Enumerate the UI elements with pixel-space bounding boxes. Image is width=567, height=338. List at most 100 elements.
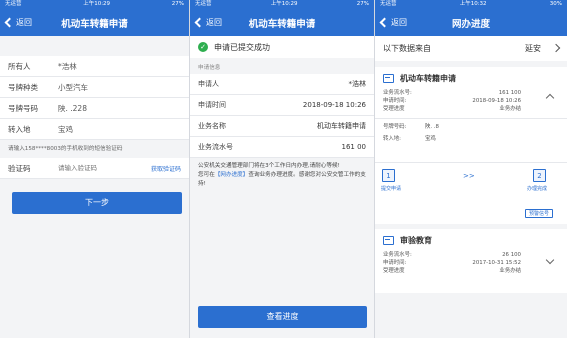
time-line: 申请时间: 2017-10-31 15:52 — [375, 259, 567, 267]
check-circle-icon: ✓ — [198, 42, 208, 52]
progress-label: 受理进度 — [383, 106, 405, 112]
data-source-label: 以下数据来自 — [383, 44, 431, 53]
destination-value: 宝鸡 — [58, 124, 73, 134]
back-label: 返回 — [16, 18, 32, 27]
progress-label: 受理进度 — [383, 268, 405, 274]
nav-bar: 返回 网办进度 — [375, 9, 567, 36]
verification-code-input[interactable] — [58, 164, 138, 172]
alert-signal-button[interactable]: 预警信号 — [524, 209, 553, 218]
progress-line: 受理进度 业务办结 — [375, 267, 567, 275]
chevron-left-icon — [194, 17, 205, 28]
serial-line: 业务流水号: 161 100 — [375, 89, 567, 97]
owner-label: 所有人 — [8, 61, 31, 71]
sms-note: 请输入158****8003的手机收到的短信验证码 — [8, 146, 123, 152]
apply-time-row: 申请时间 2018-09-18 10:26 — [190, 95, 374, 116]
plate-label: 号牌号码: — [383, 124, 407, 130]
step-2-badge: 2 — [533, 169, 546, 182]
get-code-button[interactable]: 获取验证码 — [151, 164, 181, 173]
plate-value: 陕. .8 — [425, 124, 439, 130]
business-name-row: 业务名称 机动车转籍申请 — [190, 116, 374, 137]
chevron-right-icon — [551, 43, 561, 53]
applicant-label: 申请人 — [198, 80, 219, 88]
carrier-text: 无运营 — [5, 1, 22, 7]
serial-value: 26 100 — [502, 252, 521, 258]
applicant-row: 申请人 *浩林 — [190, 74, 374, 95]
page-title: 网办进度 — [451, 18, 490, 30]
step-arrows: >> — [463, 172, 475, 180]
phones-collage: 无运营 上午10:29 27% 返回 机动车转籍申请 所有人 *浩林 号牌种类 … — [0, 0, 567, 338]
online-progress-screen: 无运营 上午10:32 30% 返回 网办进度 以下数据来自 延安 机动车转籍申… — [375, 0, 567, 338]
clock-text: 上午10:32 — [459, 1, 487, 7]
notice-line-a: 公安机关交通管理部门将在3个工作日内办理,请耐心等候! — [198, 163, 340, 169]
clock-text: 上午10:29 — [83, 1, 111, 7]
back-button[interactable]: 返回 — [379, 9, 407, 36]
serial-value: 161 00 — [341, 143, 367, 151]
serial-label: 业务流水号 — [198, 143, 233, 151]
back-button[interactable]: 返回 — [194, 9, 222, 36]
serial-row: 业务流水号 161 00 — [190, 137, 374, 158]
clock-text: 上午10:29 — [270, 1, 298, 7]
business-name-value: 机动车转籍申请 — [317, 122, 366, 130]
plate-number-value: 陕. .228 — [58, 103, 87, 113]
serial-line: 业务流水号: 26 100 — [375, 251, 567, 259]
dest-label: 转入地: — [383, 136, 401, 142]
time-label: 申请时间: — [383, 98, 407, 104]
back-label: 返回 — [206, 18, 222, 27]
back-button[interactable]: 返回 — [4, 9, 32, 36]
destination-label: 转入地 — [8, 124, 31, 134]
notice-line-b: 您可在【网办进度】查询业务办理进度。感谢您对公安交管工作的支持! — [198, 171, 366, 189]
battery-text: 30% — [549, 1, 562, 7]
time-label: 申请时间: — [383, 260, 407, 266]
carrier-text: 无运营 — [195, 1, 212, 7]
chevron-left-icon — [4, 17, 15, 28]
plate-line: 号牌号码: 陕. .8 — [375, 123, 567, 131]
plate-type-value: 小型汽车 — [58, 82, 88, 92]
success-text: 申请已提交成功 — [214, 42, 270, 52]
education-card[interactable]: 审验教育 业务流水号: 26 100 申请时间: 2017-10-31 15:52 … — [375, 229, 567, 293]
nav-bar: 返回 机动车转籍申请 — [190, 9, 374, 36]
destination-row: 转入地 宝鸡 — [0, 119, 189, 140]
data-source-row[interactable]: 以下数据来自 延安 — [375, 36, 567, 61]
code-label: 验证码 — [8, 163, 31, 173]
card-title-text: 审验教育 — [400, 235, 432, 245]
progress-value: 业务办结 — [499, 106, 521, 112]
business-name-label: 业务名称 — [198, 122, 226, 130]
progress-line: 受理进度 业务办结 — [375, 105, 567, 113]
plate-number-row: 号牌号码 陕. .228 — [0, 98, 189, 119]
step-2-label: 办理完成 — [527, 186, 548, 192]
card-title: 审验教育 — [375, 229, 567, 251]
battery-text: 27% — [171, 1, 184, 7]
view-progress-button[interactable]: 查看进度 — [198, 306, 367, 328]
plate-number-label: 号牌号码 — [8, 103, 38, 113]
status-bar: 无运营 上午10:29 27% — [0, 0, 189, 9]
page-title: 机动车转籍申请 — [248, 18, 316, 30]
owner-row: 所有人 *浩林 — [0, 56, 189, 77]
step-1-badge: 1 — [382, 169, 395, 182]
plate-type-row: 号牌种类 小型汽车 — [0, 77, 189, 98]
code-row: 验证码 获取验证码 — [0, 158, 189, 179]
dest-line: 转入地: 宝鸡 — [375, 135, 567, 143]
card-title: 机动车转籍申请 — [375, 67, 567, 89]
applicant-value: *浩林 — [348, 80, 367, 88]
apply-time-value: 2018-09-18 10:26 — [302, 101, 366, 109]
page-title: 机动车转籍申请 — [61, 18, 128, 30]
status-bar: 无运营 上午10:29 27% — [190, 0, 374, 9]
next-step-button[interactable]: 下一步 — [12, 192, 182, 214]
success-banner: ✓ 申请已提交成功 — [190, 36, 374, 58]
transfer-form-screen: 无运营 上午10:29 27% 返回 机动车转籍申请 所有人 *浩林 号牌种类 … — [0, 0, 190, 338]
time-line: 申请时间: 2018-09-18 10:26 — [375, 97, 567, 105]
plate-type-label: 号牌种类 — [8, 82, 38, 92]
card-title-text: 机动车转籍申请 — [400, 73, 456, 83]
notice-prefix: 您可在 — [198, 172, 215, 178]
transfer-application-card[interactable]: 机动车转籍申请 业务流水号: 161 100 申请时间: 2018-09-18 10… — [375, 67, 567, 224]
divider — [375, 162, 567, 163]
serial-label: 业务流水号: — [383, 90, 412, 96]
dest-value: 宝鸡 — [425, 136, 436, 142]
document-icon — [383, 73, 394, 83]
section-label: 申请信息 — [198, 65, 221, 71]
nav-bar: 返回 机动车转籍申请 — [0, 9, 189, 36]
progress-value: 业务办结 — [499, 268, 521, 274]
owner-value: *浩林 — [58, 61, 77, 71]
progress-link[interactable]: 【网办进度】 — [215, 172, 249, 178]
back-label: 返回 — [391, 18, 407, 27]
